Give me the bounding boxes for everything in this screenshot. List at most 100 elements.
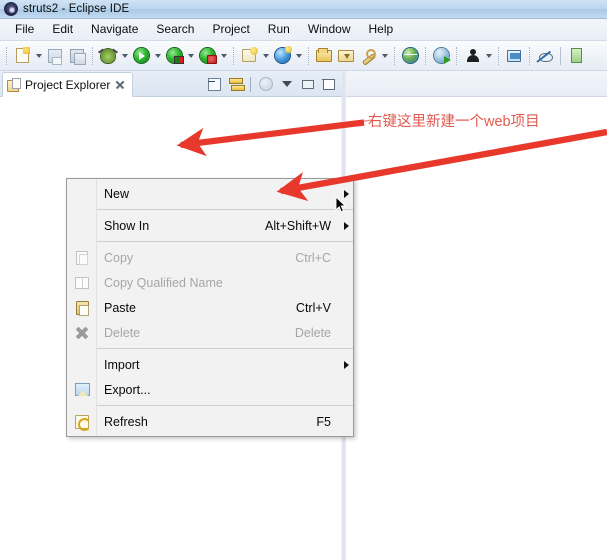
menu-item-accelerator: F5 (316, 414, 331, 429)
wrench-dropdown[interactable] (379, 45, 390, 67)
context-menu: New Show In Alt+Shift+W Copy Ctrl+C Copy… (66, 178, 354, 437)
toolbar-separator (233, 46, 234, 65)
toolbar-separator (394, 46, 395, 65)
main-toolbar (0, 41, 607, 71)
toolbar-separator (308, 46, 309, 65)
menu-item-accelerator: Delete (294, 325, 331, 340)
menu-item-help[interactable]: Help (360, 20, 403, 39)
menu-item-project[interactable]: Project (203, 20, 258, 39)
new-wizard-dropdown[interactable] (260, 45, 271, 67)
search-button[interactable] (430, 45, 452, 67)
toggle-mark-occurrences-button[interactable] (534, 45, 556, 67)
open-folder-button[interactable] (313, 45, 335, 67)
submenu-arrow-icon (339, 189, 353, 198)
close-icon[interactable] (114, 79, 126, 91)
menu-item-edit[interactable]: Edit (43, 20, 82, 39)
folder-download-button[interactable] (335, 45, 357, 67)
debug-button[interactable] (97, 45, 119, 67)
collapse-all-button[interactable] (205, 75, 224, 94)
menu-item-label: New (104, 186, 130, 201)
open-web-browser-button[interactable] (399, 45, 421, 67)
run-last-launched-icon (199, 48, 217, 64)
view-tab-row: Project Explorer (0, 71, 342, 97)
menu-item-icon (67, 352, 97, 377)
collapse-all-icon (208, 77, 221, 91)
menu-item-label: Export... (104, 382, 151, 397)
wrench-button[interactable] (357, 45, 379, 67)
save-all-button[interactable] (66, 45, 88, 67)
focus-on-active-task-button[interactable] (256, 75, 275, 94)
save-all-icon (70, 48, 86, 65)
new-server-dropdown[interactable] (293, 45, 304, 67)
new-server-button[interactable] (271, 45, 293, 67)
tab-label: Project Explorer (25, 77, 111, 92)
menu-item-accelerator: Ctrl+C (295, 250, 331, 265)
context-menu-item-import[interactable]: Import (67, 352, 353, 377)
context-menu-item-copy: Copy Ctrl+C (67, 245, 353, 270)
console-button[interactable] (503, 45, 525, 67)
tab-project-explorer[interactable]: Project Explorer (2, 72, 134, 97)
new-wizard-icon (242, 47, 258, 62)
wrench-icon (361, 48, 376, 63)
menu-item-label: Show In (104, 218, 150, 233)
new-server-icon (274, 46, 292, 63)
context-menu-item-export[interactable]: Export... (67, 377, 353, 402)
user-account-dropdown[interactable] (483, 45, 494, 67)
context-menu-item-copy-qualified-name: Copy Qualified Name (67, 270, 353, 295)
copy-qualified-name-icon (75, 276, 89, 290)
minimize-icon (301, 79, 314, 89)
user-account-button[interactable] (461, 45, 483, 67)
toolbar-separator (6, 46, 7, 65)
submenu-arrow-icon (339, 360, 353, 369)
view-menu-button[interactable] (277, 75, 296, 94)
refresh-icon (75, 414, 91, 431)
context-menu-item-refresh[interactable]: Refresh F5 (67, 409, 353, 434)
menu-item-label: Copy (104, 250, 134, 265)
menu-item-window[interactable]: Window (299, 20, 360, 39)
menu-item-file[interactable]: File (6, 20, 43, 39)
eclipse-window: struts2 - Eclipse IDE File Edit Navigate… (0, 0, 607, 560)
editor-tab-row (346, 71, 607, 97)
link-with-editor-button[interactable] (226, 75, 245, 94)
run-dropdown[interactable] (152, 45, 163, 67)
menu-item-navigate[interactable]: Navigate (82, 20, 147, 39)
console-icon (507, 49, 521, 62)
run-button[interactable] (130, 45, 152, 67)
menu-item-run[interactable]: Run (259, 20, 299, 39)
new-file-icon (15, 47, 30, 63)
new-file-button[interactable] (11, 45, 33, 67)
menu-item-search[interactable]: Search (147, 20, 203, 39)
new-file-dropdown[interactable] (33, 45, 44, 67)
new-wizard-button[interactable] (238, 45, 260, 67)
menu-item-label: Paste (104, 300, 136, 315)
maximize-icon (322, 78, 335, 90)
context-menu-item-new[interactable]: New (67, 181, 353, 206)
run-external-tools-dropdown[interactable] (185, 45, 196, 67)
run-last-launched-button[interactable] (196, 45, 218, 67)
view-toolbar-separator (250, 76, 251, 92)
submenu-arrow-icon (339, 221, 353, 230)
view-menu-icon (281, 81, 292, 87)
open-perspective-button[interactable] (565, 45, 587, 67)
save-button[interactable] (44, 45, 66, 67)
maximize-button[interactable] (319, 75, 338, 94)
menu-item-label: Copy Qualified Name (104, 275, 223, 290)
toolbar-separator (529, 46, 530, 65)
debug-dropdown[interactable] (119, 45, 130, 67)
run-icon (133, 48, 149, 63)
title-bar: struts2 - Eclipse IDE (0, 0, 607, 19)
export-icon (74, 383, 90, 396)
no-eye-icon (538, 50, 553, 62)
toolbar-separator (560, 46, 561, 65)
paste-icon (75, 300, 89, 316)
context-menu-item-paste[interactable]: Paste Ctrl+V (67, 295, 353, 320)
run-external-tools-button[interactable] (163, 45, 185, 67)
menu-bar: File Edit Navigate Search Project Run Wi… (0, 19, 607, 41)
toolbar-separator (92, 46, 93, 65)
minimize-button[interactable] (298, 75, 317, 94)
context-menu-item-delete: Delete Delete (67, 320, 353, 345)
run-last-launched-dropdown[interactable] (218, 45, 229, 67)
open-folder-icon (316, 47, 332, 62)
context-menu-separator (97, 241, 353, 242)
context-menu-item-show-in[interactable]: Show In Alt+Shift+W (67, 213, 353, 238)
